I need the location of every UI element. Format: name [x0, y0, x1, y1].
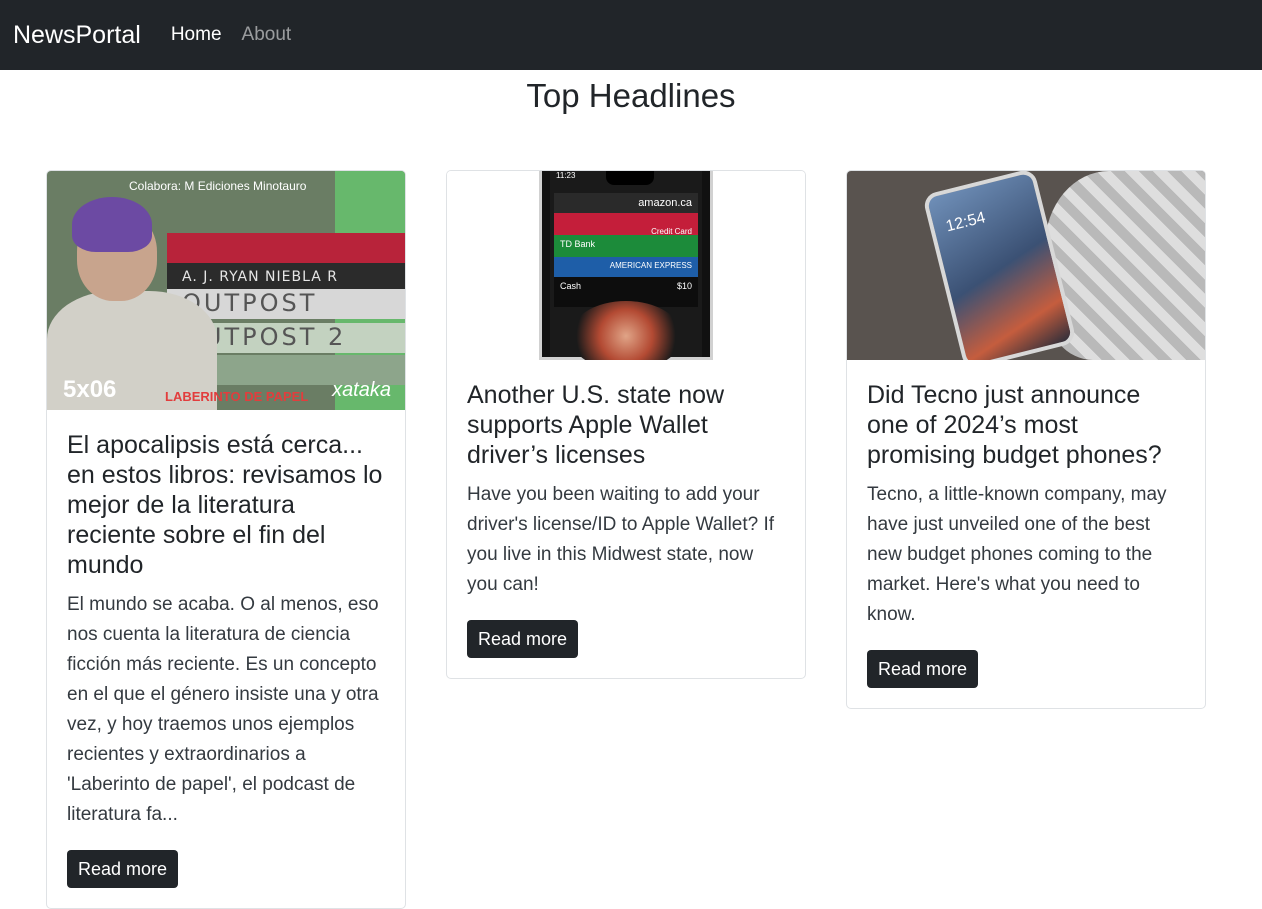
- card-body: El apocalipsis está cerca... en estos li…: [47, 410, 405, 908]
- image-book: [167, 233, 405, 263]
- article-description: El mundo se acaba. O al menos, eso nos c…: [67, 594, 379, 825]
- page-title: Top Headlines: [526, 77, 736, 114]
- image-phone: 11:23 amazon.ca Credit Card TD Bank AMER…: [539, 171, 713, 360]
- top-navbar: NewsPortal Home About: [0, 0, 1262, 70]
- card-body: Did Tecno just announce one of 2024’s mo…: [847, 360, 1205, 708]
- image-phone-screen: 11:23 amazon.ca Credit Card TD Bank AMER…: [550, 171, 702, 360]
- article-title: El apocalipsis está cerca... en estos li…: [67, 431, 383, 579]
- image-phone-notch: [606, 171, 654, 185]
- brand-link[interactable]: NewsPortal: [13, 21, 141, 50]
- article-card: A. J. RYAN NIEBLA R OUTPOST OUTPOST 2 Co…: [46, 170, 406, 909]
- image-sponsor-text: Colabora: M Ediciones Minotauro: [129, 179, 307, 193]
- article-card: 11:23 amazon.ca Credit Card TD Bank AMER…: [446, 170, 806, 679]
- nav-link-home[interactable]: Home: [171, 24, 222, 46]
- wallet-card-label: Cash: [560, 281, 582, 291]
- image-person-hair: [72, 197, 152, 252]
- image-brand-logo: xataka: [332, 379, 391, 401]
- image-phone: 12:54: [921, 171, 1078, 360]
- nav-link-about[interactable]: About: [242, 24, 292, 46]
- read-more-button[interactable]: Read more: [67, 850, 179, 888]
- read-more-button[interactable]: Read more: [467, 620, 579, 658]
- image-show-label: LABERINTO DE PAPEL: [165, 389, 309, 404]
- article-image[interactable]: A. J. RYAN NIEBLA R OUTPOST OUTPOST 2 Co…: [47, 171, 405, 410]
- read-more-button[interactable]: Read more: [867, 650, 979, 688]
- article-title: Another U.S. state now supports Apple Wa…: [467, 381, 725, 469]
- card-body: Another U.S. state now supports Apple Wa…: [447, 360, 805, 678]
- image-episode-text: 5x06: [63, 376, 117, 403]
- article-description: Have you been waiting to add your driver…: [467, 484, 775, 595]
- article-title: Did Tecno just announce one of 2024’s mo…: [867, 381, 1162, 469]
- article-description: Tecno, a little-known company, may have …: [867, 484, 1167, 625]
- article-card: 12:54 Did Tecno just announce one of 202…: [846, 170, 1206, 709]
- image-phone-clock: 12:54: [944, 209, 988, 236]
- wallet-card-amount: $10: [676, 281, 692, 291]
- image-phone-time: 11:23: [556, 171, 576, 180]
- article-image[interactable]: 11:23 amazon.ca Credit Card TD Bank AMER…: [447, 171, 805, 360]
- article-image[interactable]: 12:54: [847, 171, 1205, 360]
- image-phone-wallpaper: [570, 301, 682, 360]
